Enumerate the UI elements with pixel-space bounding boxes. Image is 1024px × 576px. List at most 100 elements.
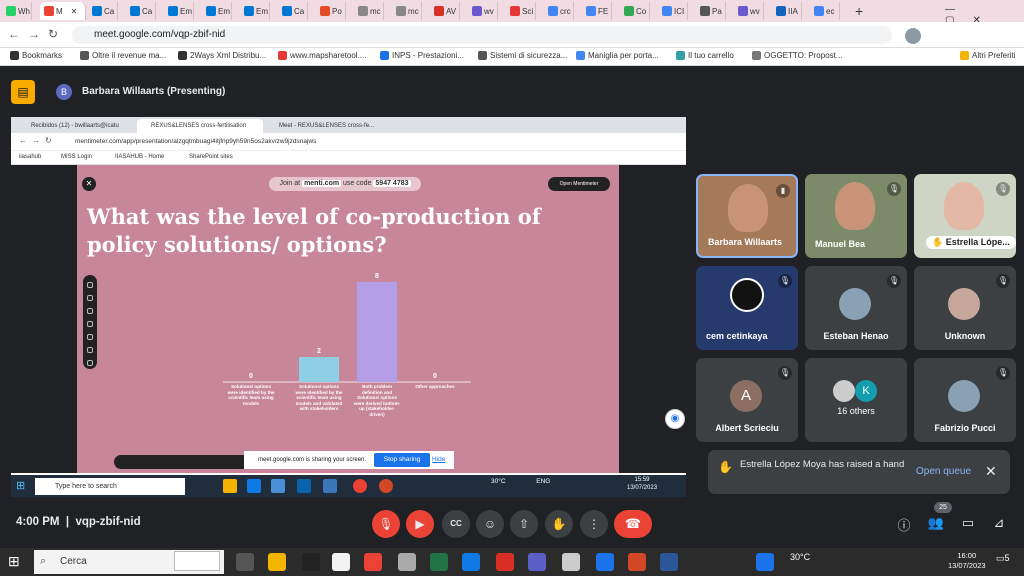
tab-favicon — [44, 6, 54, 16]
outer-tab[interactable]: Em — [202, 2, 232, 20]
open-queue-button[interactable]: Open queue — [916, 466, 971, 477]
more-options-icon[interactable]: ⋮ — [580, 510, 608, 538]
bookmark-item[interactable]: OGGETTO: Propost... — [752, 51, 843, 60]
assistant-icon[interactable]: ◉ — [665, 409, 685, 429]
windows-start-icon[interactable]: ⊞ — [8, 553, 20, 570]
inner-taskbar-search[interactable]: Type here to search — [35, 478, 185, 495]
tab-label: Wh — [18, 6, 30, 16]
outer-tab[interactable]: Wh — [2, 2, 32, 20]
chat-icon[interactable]: ▭ — [959, 515, 977, 531]
powerpoint-icon[interactable] — [628, 553, 646, 571]
outer-tab[interactable]: AV — [430, 2, 460, 20]
calculator-icon[interactable] — [398, 553, 416, 571]
bookmark-item[interactable]: Oltre il revenue ma... — [80, 51, 166, 60]
word-icon[interactable] — [660, 553, 678, 571]
close-icon[interactable]: ✕ — [985, 463, 997, 480]
bookmark-item[interactable]: Sistemi di sicurezza... — [478, 51, 567, 60]
outer-tab[interactable]: M ✕ — [40, 2, 86, 20]
skype-icon[interactable] — [302, 553, 320, 571]
participant-tile[interactable]: 🎙 Fabrizio Pucci — [914, 358, 1016, 442]
outer-tab[interactable]: IIA — [772, 2, 802, 20]
camera-off-icon[interactable]: ▶ — [406, 510, 434, 538]
chrome-icon[interactable] — [364, 553, 382, 571]
outer-tab[interactable]: Sci — [506, 2, 536, 20]
nav-buttons[interactable]: ←→↻ — [8, 27, 66, 41]
mic-off-icon: 🎙 — [778, 274, 792, 288]
tab-favicon — [510, 6, 520, 16]
participant-tile[interactable]: ▮ Barbara Willaarts — [696, 174, 798, 258]
windows-start-icon[interactable]: ⊞ — [16, 479, 25, 492]
end-call-button[interactable]: ☎ — [614, 510, 652, 538]
help-icon[interactable] — [756, 553, 774, 571]
bookmark-label: OGGETTO: Propost... — [764, 51, 843, 60]
bookmark-item[interactable]: Maniglia per porta... — [576, 51, 659, 60]
activities-icon[interactable]: ⊿ — [990, 515, 1008, 531]
bookmark-icon — [752, 51, 761, 60]
powerpoint-icon[interactable] — [379, 479, 393, 493]
excel-icon[interactable] — [430, 553, 448, 571]
task-view-icon[interactable] — [236, 553, 254, 571]
bookmark-item[interactable]: Bookmarks — [10, 51, 62, 60]
profile-avatar[interactable] — [905, 28, 921, 44]
participant-tile[interactable]: A 🎙 Albert Scrieciu — [696, 358, 798, 442]
people-icon[interactable]: 👥 — [927, 515, 945, 531]
participant-tile[interactable]: 🎙 Manuel Bea — [805, 174, 907, 258]
raise-hand-icon[interactable]: ✋ — [545, 510, 573, 538]
slide-bottom-toolbar[interactable] — [114, 455, 254, 469]
tab-favicon — [586, 6, 596, 16]
url-field[interactable]: meet.google.com/vqp-zbif-nid — [72, 26, 892, 44]
participant-tile[interactable]: 🎙 Esteban Henao — [805, 266, 907, 350]
participant-tile[interactable]: 🎙 ✋ Estrella Lópe... — [914, 174, 1016, 258]
outer-tab[interactable]: Ca — [278, 2, 308, 20]
mic-off-icon[interactable]: 🎙 — [372, 510, 400, 538]
outer-tab[interactable]: ec — [810, 2, 840, 20]
store-icon[interactable] — [271, 479, 285, 493]
notifications-icon[interactable]: ▭5 — [996, 553, 1010, 564]
outer-tab[interactable]: Po — [316, 2, 346, 20]
new-tab-button[interactable]: + — [855, 3, 863, 19]
info-icon[interactable]: ⓘ — [895, 515, 913, 534]
outer-tab[interactable]: Pa — [696, 2, 726, 20]
teams-icon[interactable] — [528, 553, 546, 571]
help-icon[interactable] — [596, 553, 614, 571]
edge-icon[interactable] — [247, 479, 261, 493]
bookmark-item[interactable]: Il tuo carrello — [676, 51, 734, 60]
hide-link[interactable]: Hide — [432, 453, 445, 467]
tab-favicon — [358, 6, 368, 16]
outer-tab[interactable]: mc — [392, 2, 422, 20]
participant-tile[interactable]: K 16 others — [805, 358, 907, 442]
bookmark-item[interactable]: www.mapsharetool.... — [278, 51, 366, 60]
chart-value-label: 8 — [375, 273, 379, 280]
outlook-icon[interactable] — [297, 479, 311, 493]
outer-tab[interactable]: Co — [620, 2, 650, 20]
folder-icon[interactable] — [223, 479, 237, 493]
close-tab-icon[interactable]: ✕ — [71, 7, 78, 16]
file-explorer-icon[interactable] — [268, 553, 286, 571]
stop-sharing-button[interactable]: Stop sharing — [374, 453, 430, 467]
chrome-icon[interactable] — [353, 479, 367, 493]
app-icon[interactable] — [332, 553, 350, 571]
bookmark-item[interactable]: INPS - Prestazioni... — [380, 51, 464, 60]
bookmark-item[interactable]: 2Ways Xml Distribu... — [178, 51, 266, 60]
tab-label: M — [56, 6, 63, 16]
outer-tab[interactable]: wv — [468, 2, 498, 20]
acrobat-icon[interactable] — [496, 553, 514, 571]
edge-icon[interactable] — [462, 553, 480, 571]
captions-icon[interactable]: CC — [442, 510, 470, 538]
outer-tab[interactable]: crc — [544, 2, 574, 20]
participant-tile[interactable]: 🎙 Unknown — [914, 266, 1016, 350]
outer-tab[interactable]: Em — [240, 2, 270, 20]
outer-tab[interactable]: mc — [354, 2, 384, 20]
outer-tab[interactable]: Ca — [88, 2, 118, 20]
snipping-icon[interactable] — [562, 553, 580, 571]
outer-tab[interactable]: FE — [582, 2, 612, 20]
present-icon[interactable]: ⇧ — [510, 510, 538, 538]
participant-tile[interactable]: 🎙 cem cetinkaya — [696, 266, 798, 350]
outer-tab[interactable]: ICI — [658, 2, 688, 20]
outer-tab[interactable]: Em — [164, 2, 194, 20]
outer-tab[interactable]: Ca — [126, 2, 156, 20]
bookmark-item[interactable]: Altri Preferiti — [960, 51, 1016, 60]
emoji-icon[interactable]: ☺ — [476, 510, 504, 538]
mail-icon[interactable] — [323, 479, 337, 493]
outer-tab[interactable]: wv — [734, 2, 764, 20]
